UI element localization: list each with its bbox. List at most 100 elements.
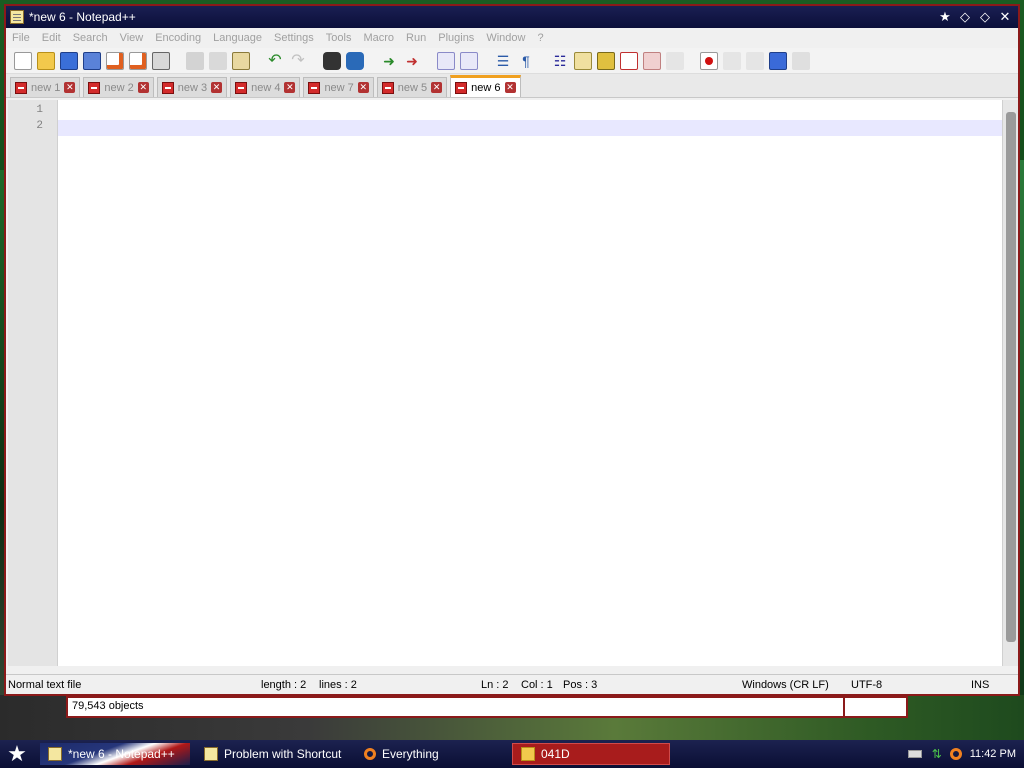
new-file-icon[interactable]: [14, 51, 32, 70]
sync-horizontal-icon[interactable]: [460, 51, 478, 70]
tab-new-1[interactable]: new 1 ✕: [10, 77, 81, 97]
system-tray: ⇅ 11:42 PM: [898, 740, 1016, 768]
folder-workspace-icon[interactable]: [643, 51, 661, 70]
playback-macro-icon[interactable]: [746, 51, 764, 70]
minimize-button[interactable]: ◇: [956, 9, 974, 25]
replace-icon[interactable]: [346, 51, 364, 70]
tab-new-2[interactable]: new 2 ✕: [83, 77, 154, 97]
word-wrap-icon[interactable]: ☰: [494, 52, 512, 70]
keyboard-icon[interactable]: [907, 750, 922, 758]
document-icon: [15, 81, 27, 94]
magnifier-icon[interactable]: [949, 748, 962, 760]
user-defined-language-icon[interactable]: [574, 51, 592, 70]
stop-macro-icon[interactable]: [723, 51, 741, 70]
undo-icon[interactable]: ↶: [266, 52, 284, 70]
taskbar-item-notepad[interactable]: *new 6 - Notepad++: [40, 743, 190, 765]
save-all-icon[interactable]: [83, 51, 101, 70]
toolbar-separator: [255, 52, 261, 70]
close-all-icon[interactable]: [129, 51, 147, 70]
tab-close-icon[interactable]: ✕: [357, 82, 369, 93]
redo-icon[interactable]: ↷: [289, 52, 307, 70]
text-area[interactable]: [58, 100, 1002, 666]
tab-label: new 5: [397, 81, 428, 94]
menu-file[interactable]: File: [12, 32, 30, 44]
tab-new-3[interactable]: new 3 ✕: [156, 77, 228, 97]
tab-new-4[interactable]: new 4 ✕: [230, 77, 301, 97]
status-eol-format[interactable]: Windows (CR LF): [742, 679, 829, 691]
indent-guide-icon[interactable]: ☷: [551, 52, 569, 70]
clock[interactable]: 11:42 PM: [970, 748, 1016, 760]
run-macro-multiple-icon[interactable]: [769, 51, 787, 70]
menu-search[interactable]: Search: [73, 32, 108, 44]
menu-edit[interactable]: Edit: [42, 32, 61, 44]
zoom-out-icon[interactable]: ➜: [403, 52, 421, 70]
vertical-scrollbar[interactable]: [1002, 100, 1018, 666]
close-button[interactable]: ✕: [996, 9, 1014, 25]
menu-help[interactable]: ?: [537, 32, 543, 44]
save-icon[interactable]: [60, 51, 78, 70]
menu-encoding[interactable]: Encoding: [155, 32, 201, 44]
toolbar-separator: [540, 52, 546, 70]
show-all-chars-icon[interactable]: ¶: [517, 52, 535, 70]
taskbar-item-folder[interactable]: 041D: [512, 743, 670, 765]
tab-close-icon[interactable]: ✕: [211, 82, 223, 93]
menu-macro[interactable]: Macro: [363, 32, 394, 44]
menu-run[interactable]: Run: [406, 32, 426, 44]
network-icon[interactable]: ⇅: [932, 748, 946, 760]
tab-close-icon[interactable]: ✕: [137, 82, 149, 93]
scrollbar-thumb[interactable]: [1006, 112, 1016, 642]
toolbar-separator: [369, 52, 375, 70]
tab-close-icon[interactable]: ✕: [504, 82, 516, 93]
paste-icon[interactable]: [232, 51, 250, 70]
status-encoding[interactable]: UTF-8: [851, 679, 882, 691]
menu-settings[interactable]: Settings: [274, 32, 314, 44]
notepad-app-icon[interactable]: [10, 10, 24, 24]
save-macro-icon[interactable]: [792, 51, 810, 70]
document-icon: [161, 81, 174, 94]
menu-window[interactable]: Window: [486, 32, 525, 44]
tab-close-icon[interactable]: ✕: [64, 82, 76, 93]
menu-language[interactable]: Language: [213, 32, 262, 44]
sync-vertical-icon[interactable]: [437, 51, 455, 70]
explorer-status-segment: [845, 698, 906, 716]
explorer-object-count: 79,543 objects: [68, 698, 845, 716]
tab-label: new 2: [104, 81, 134, 94]
toolbar-separator: [175, 52, 181, 70]
menu-plugins[interactable]: Plugins: [438, 32, 474, 44]
taskbar-item-problem-with-shortcut[interactable]: Problem with Shortcut: [196, 743, 350, 765]
maximize-button[interactable]: ◇: [976, 9, 994, 25]
menu-view[interactable]: View: [120, 32, 144, 44]
menu-tools[interactable]: Tools: [326, 32, 352, 44]
tab-close-icon[interactable]: ✕: [284, 82, 296, 93]
editor-pane[interactable]: 1 2: [8, 100, 1002, 666]
line-number: 1: [36, 104, 43, 116]
tab-close-icon[interactable]: ✕: [431, 82, 443, 93]
status-file-type: Normal text file: [8, 679, 82, 691]
tab-new-6[interactable]: new 6 ✕: [450, 75, 521, 97]
pin-star-icon[interactable]: ★: [936, 9, 954, 25]
notepad-app-icon: [48, 747, 62, 761]
status-bar: Normal text file length : 2 lines : 2 Ln…: [6, 674, 1018, 694]
open-file-icon[interactable]: [37, 51, 55, 70]
doc-map-icon[interactable]: [597, 51, 615, 70]
copy-icon[interactable]: [209, 51, 227, 70]
document-tab-bar: new 1 ✕ new 2 ✕ new 3 ✕ new 4 ✕ new 7 ✕ …: [6, 74, 1018, 98]
function-list-icon[interactable]: [620, 51, 638, 70]
status-length: length : 2: [261, 679, 307, 691]
record-macro-icon[interactable]: [700, 51, 718, 70]
line-number: 2: [36, 120, 43, 132]
title-bar[interactable]: *new 6 - Notepad++ ★ ◇ ◇ ✕: [6, 6, 1018, 28]
toolbar: ↶ ↷ ➜ ➜ ☰ ¶ ☷: [6, 48, 1018, 74]
print-icon[interactable]: [152, 51, 170, 70]
monitoring-icon[interactable]: [666, 51, 684, 70]
status-insert-mode[interactable]: INS: [971, 679, 989, 691]
taskbar-item-everything[interactable]: Everything: [356, 743, 506, 765]
start-button[interactable]: ★: [0, 740, 34, 768]
find-icon[interactable]: [323, 51, 341, 70]
zoom-in-icon[interactable]: ➜: [380, 52, 398, 70]
cut-icon[interactable]: [186, 51, 204, 70]
close-icon[interactable]: [106, 51, 124, 70]
tab-new-7[interactable]: new 7 ✕: [303, 77, 374, 97]
tab-new-5[interactable]: new 5 ✕: [376, 77, 448, 97]
magnifier-icon: [364, 748, 376, 760]
